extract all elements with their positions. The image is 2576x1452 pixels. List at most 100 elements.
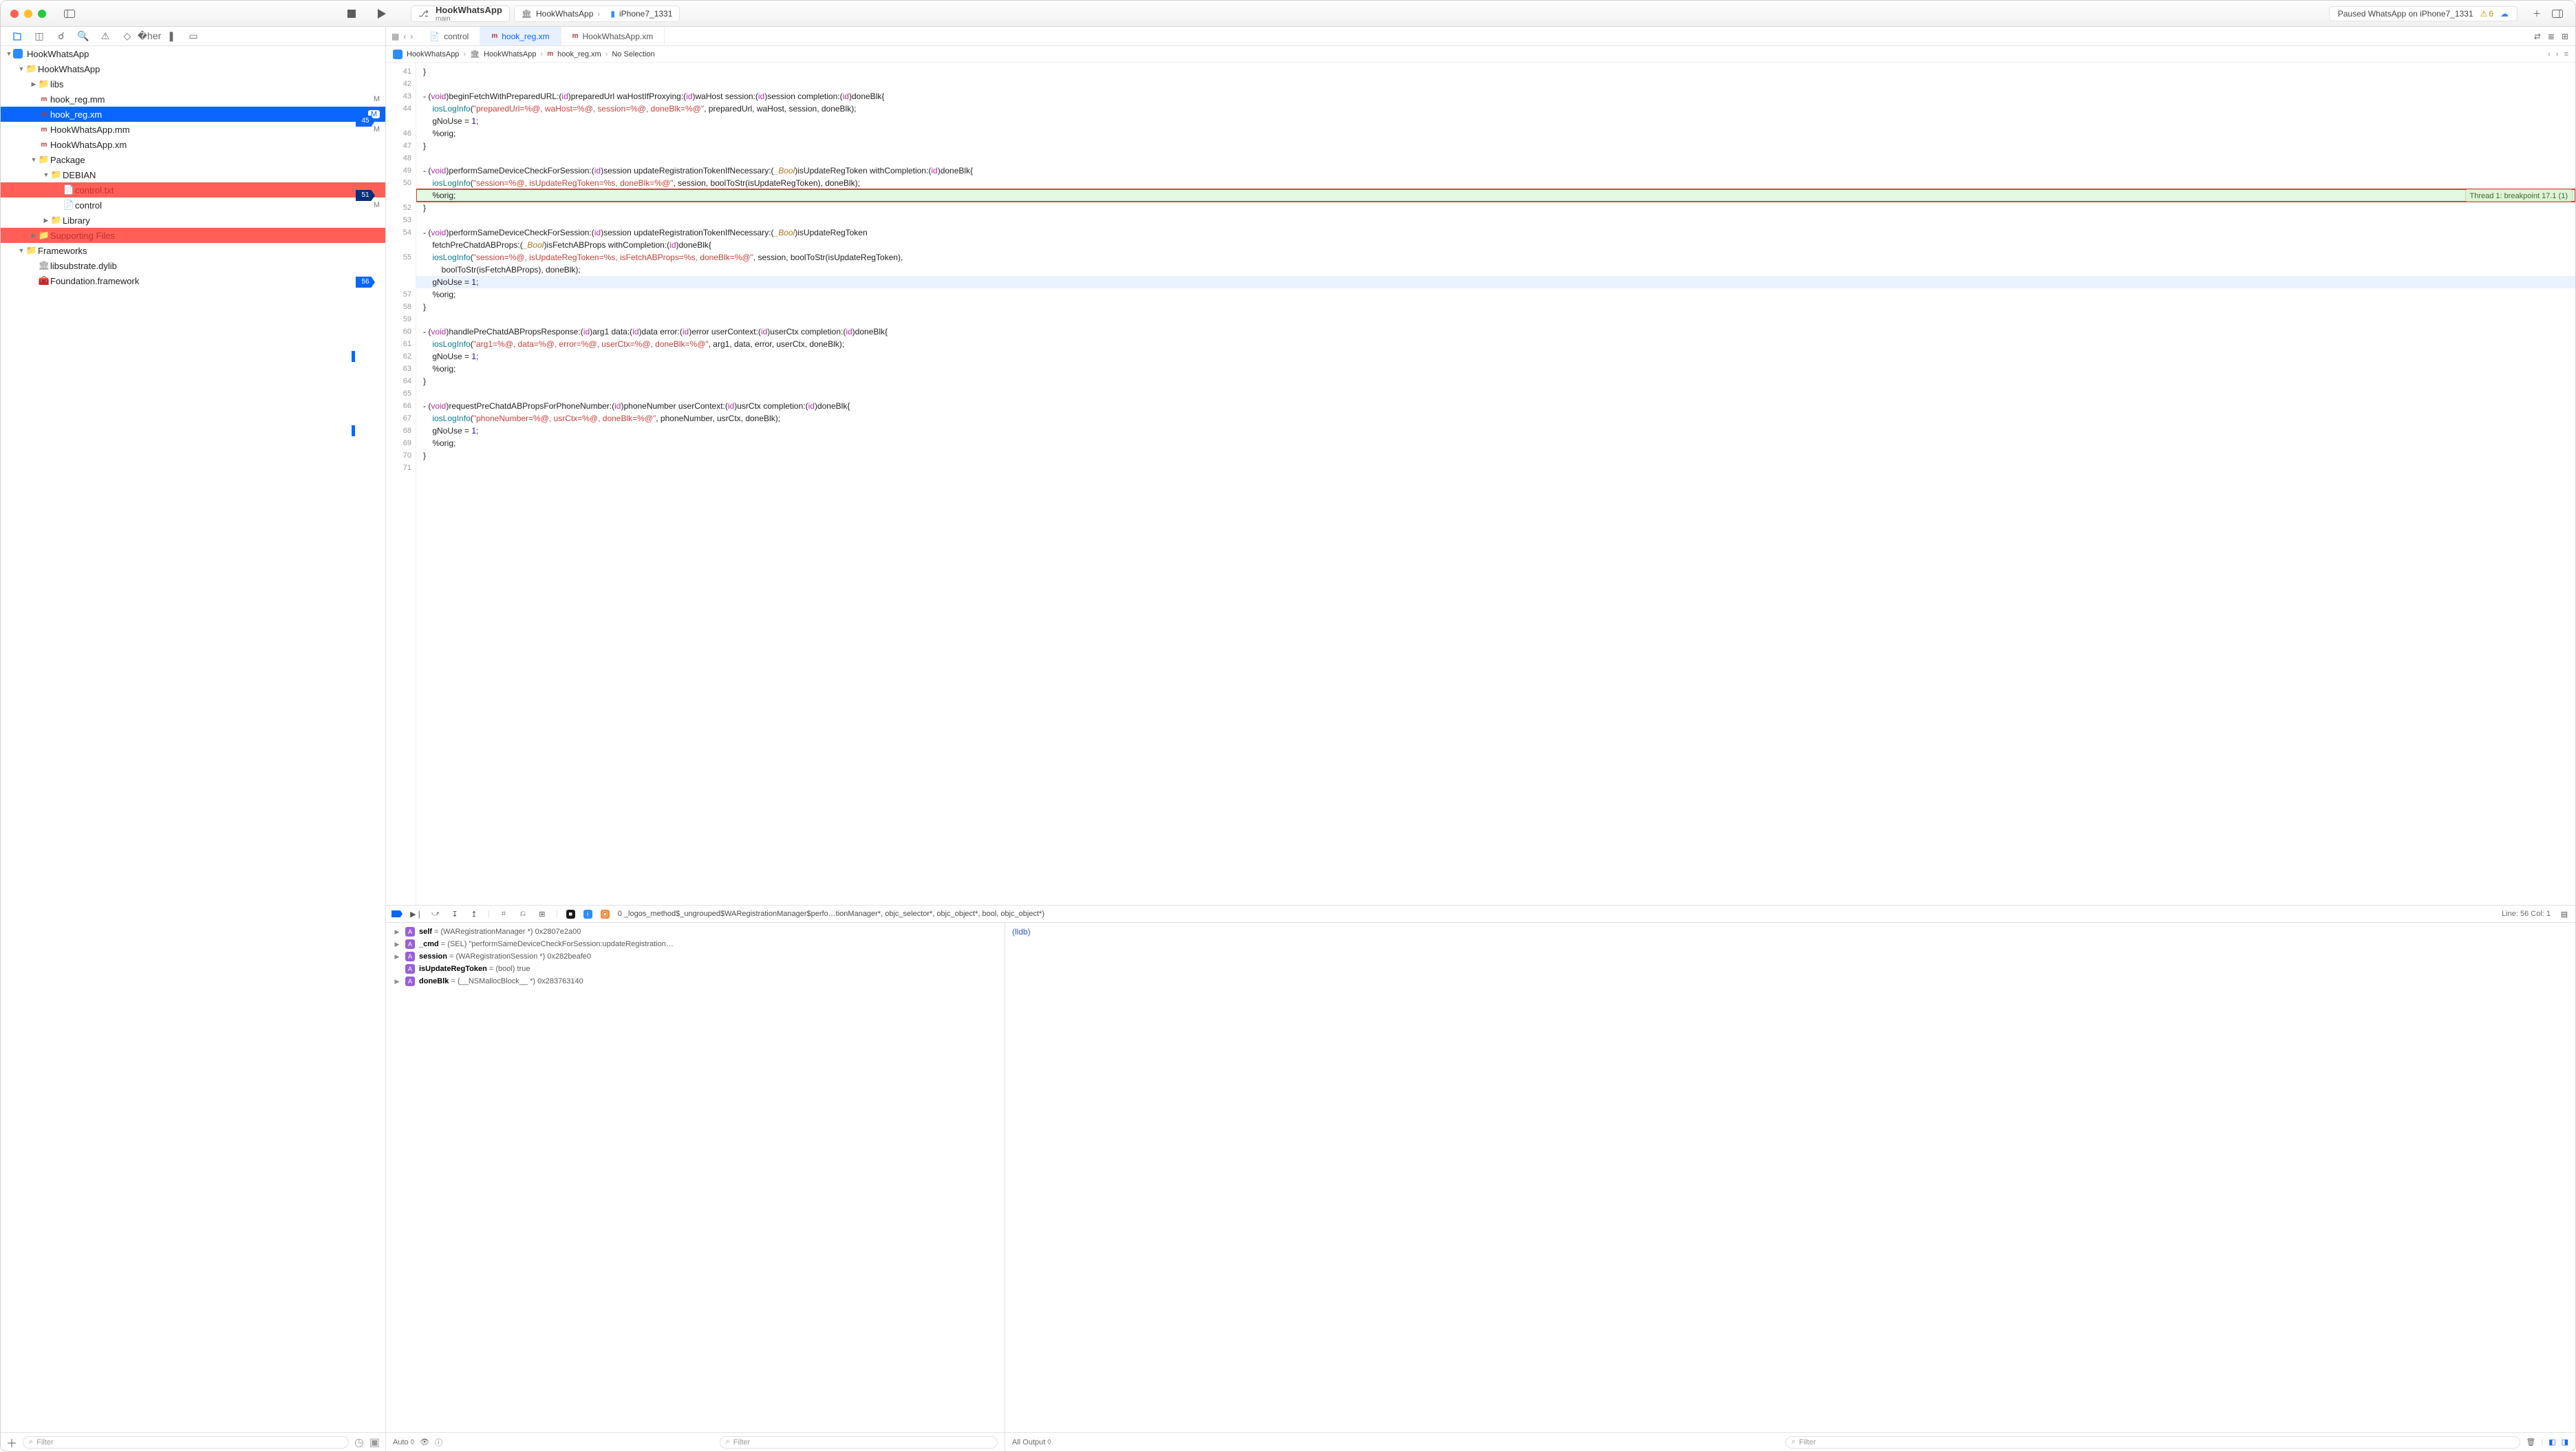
code-line[interactable]: %orig; [416,127,2575,140]
frame-icon[interactable]: ⦿ [601,910,610,919]
breakpoint-marker[interactable]: 51 [356,190,375,201]
editor-tab[interactable]: mhook_reg.xm [480,27,561,45]
code-line[interactable]: - (void)performSameDeviceCheckForSession… [416,226,2575,239]
tree-item[interactable]: 🏛libsubstrate.dylib [1,258,385,273]
code-line[interactable] [416,78,2575,90]
tree-item[interactable]: 📄controlM [1,197,385,213]
nav-forward-button[interactable]: › [410,32,413,41]
scheme-selector[interactable]: ⎇ HookWhatsApp main [411,6,510,22]
console-filter-input[interactable]: ⌕ Filter [1785,1436,2521,1449]
code-line[interactable]: - (void)handlePreChatdABPropsResponse:(i… [416,325,2575,338]
code-line[interactable]: } [416,65,2575,78]
symbol-navigator-icon[interactable]: ☌ [56,31,67,42]
path-seg-1[interactable]: HookWhatsApp [484,50,536,58]
debug-misc-icon[interactable]: ⊞ [537,908,548,919]
tree-item[interactable]: ▶📁libs [1,76,385,92]
eye-icon[interactable]: 👁 [420,1438,429,1446]
code-line[interactable]: } [416,140,2575,152]
tree-item[interactable]: ▶📁Supporting Files [1,228,385,243]
code-line[interactable]: - (void)performSameDeviceCheckForSession… [416,164,2575,177]
target-device-chip[interactable]: ▮ iPhone7_1331 [603,6,680,22]
code-line[interactable] [416,462,2575,474]
breakpoint-marker[interactable]: 45 [356,116,375,127]
minimap-icon[interactable]: ▤ [2559,908,2570,919]
editor-tab[interactable]: 📄control [418,27,480,45]
editor-tab[interactable]: mHookWhatsApp.xm [561,27,665,45]
code-line[interactable]: %orig; [416,437,2575,449]
breakpoint-marker[interactable]: 56 [356,277,375,288]
tree-item[interactable]: ▼📁Frameworks [1,243,385,258]
code-line[interactable]: fetchPreChatdABProps:(_Bool)isFetchABPro… [416,239,2575,251]
minimize-window-button[interactable] [24,10,32,18]
code-line[interactable]: %orig; [416,363,2575,375]
clock-icon[interactable]: ◷ [354,1435,364,1449]
code-line[interactable]: %orig;Thread 1: breakpoint 17.1 (1) [416,189,2575,202]
code-line[interactable]: - (void)requestPreChatdABPropsForPhoneNu… [416,400,2575,412]
editor-options-icon[interactable]: ⇄ [2534,32,2541,41]
output-selector[interactable]: All Output ◊ [1012,1438,1051,1446]
stack-frame-crumb[interactable]: 0 _logos_method$_ungrouped$WARegistratio… [618,910,2493,918]
code-line[interactable]: } [416,202,2575,214]
path-seg-2[interactable]: hook_reg.xm [557,50,601,58]
add-file-button[interactable]: ＋ [6,1434,17,1451]
path-prev-icon[interactable]: ‹ [2548,50,2551,58]
code-line[interactable]: gNoUse = 1; [416,276,2575,288]
library-button[interactable] [2549,6,2566,22]
file-tree[interactable]: ▼HookWhatsApp▼📁HookWhatsApp▶📁libsmhook_r… [1,46,385,1432]
code-line[interactable] [416,313,2575,325]
run-button[interactable] [374,6,390,22]
tree-item[interactable]: mhook_reg.xmM [1,107,385,122]
source-editor[interactable]: 4142434445454647484950515152535455565657… [386,63,2575,905]
variable-row[interactable]: ▶A_cmd = (SEL) "performSameDeviceCheckFo… [386,938,1005,950]
code-line[interactable]: iosLogInfo("session=%@, isUpdateRegToken… [416,251,2575,264]
path-outline-icon[interactable]: ≡ [2564,50,2568,58]
code-line[interactable]: } [416,375,2575,387]
code-line[interactable]: - (void)beginFetchWithPreparedURL:(id)pr… [416,90,2575,103]
zoom-window-button[interactable] [38,10,46,18]
tree-item[interactable]: ▼📁Package [1,152,385,167]
variable-row[interactable]: ▶Aself = (WARegistrationManager *) 0x280… [386,926,1005,938]
code-line[interactable]: } [416,449,2575,462]
report-navigator-icon[interactable]: ▭ [188,31,199,42]
step-over-button[interactable]: ⤻ [430,908,441,919]
variable-row[interactable]: ▶Asession = (WARegistrationSession *) 0x… [386,950,1005,963]
code-line[interactable] [416,387,2575,400]
show-console-icon[interactable]: ◨ [2562,1438,2568,1446]
add-editor-icon[interactable]: ⊞ [2562,32,2568,41]
code-line[interactable]: gNoUse = 1; [416,425,2575,437]
variable-row[interactable]: ▶AdoneBlk = (__NSMallocBlock__ *) 0x2837… [386,975,1005,987]
debug-memory-icon[interactable]: ⎌ [517,908,528,919]
tree-item[interactable]: mhook_reg.mmM [1,92,385,107]
code-line[interactable] [416,214,2575,226]
variables-view[interactable]: ▶Aself = (WARegistrationManager *) 0x280… [386,923,1005,1432]
code-line[interactable]: gNoUse = 1; [416,115,2575,127]
step-into-button[interactable]: ↧ [449,908,460,919]
tree-item[interactable]: mHookWhatsApp.mmM [1,122,385,137]
path-next-icon[interactable]: › [2556,50,2559,58]
close-window-button[interactable] [10,10,19,18]
jump-bar[interactable]: HookWhatsApp› 🏛 HookWhatsApp› m hook_reg… [386,46,2575,63]
tree-item[interactable]: ▼📁DEBIAN [1,167,385,182]
continue-button[interactable]: ▶❘ [411,908,422,919]
code-line[interactable]: %orig; [416,288,2575,301]
code-line[interactable]: iosLogInfo("phoneNumber=%@, usrCtx=%@, d… [416,412,2575,425]
stop-button[interactable] [343,6,360,22]
cloud-icon[interactable]: ☁ [2500,9,2509,19]
trash-icon[interactable]: 🗑 [2526,1438,2535,1446]
show-vars-icon[interactable]: ◧ [2548,1438,2555,1446]
info-icon[interactable]: ⓘ [435,1437,442,1448]
process-icon[interactable]: i [583,910,592,919]
code-line[interactable]: iosLogInfo("preparedUrl=%@, waHost=%@, s… [416,103,2575,115]
warnings-badge[interactable]: ⚠ 6 [2480,9,2493,19]
code-line[interactable]: iosLogInfo("arg1=%@, data=%@, error=%@, … [416,338,2575,350]
source-control-navigator-icon[interactable]: ◫ [34,31,45,42]
tree-item[interactable]: mHookWhatsApp.xm [1,137,385,152]
code-line[interactable]: gNoUse = 1; [416,350,2575,363]
variable-row[interactable]: AisUpdateRegToken = (bool) true [386,963,1005,975]
debug-navigator-icon[interactable]: �her [144,31,155,42]
tree-item[interactable]: 🧰Foundation.framework [1,273,385,288]
code-line[interactable]: iosLogInfo("session=%@, isUpdateRegToken… [416,177,2575,189]
target-project-chip[interactable]: 🏛 HookWhatsApp › [514,6,608,22]
find-navigator-icon[interactable]: 🔍 [78,31,89,42]
add-button[interactable]: ＋ [2529,6,2545,22]
